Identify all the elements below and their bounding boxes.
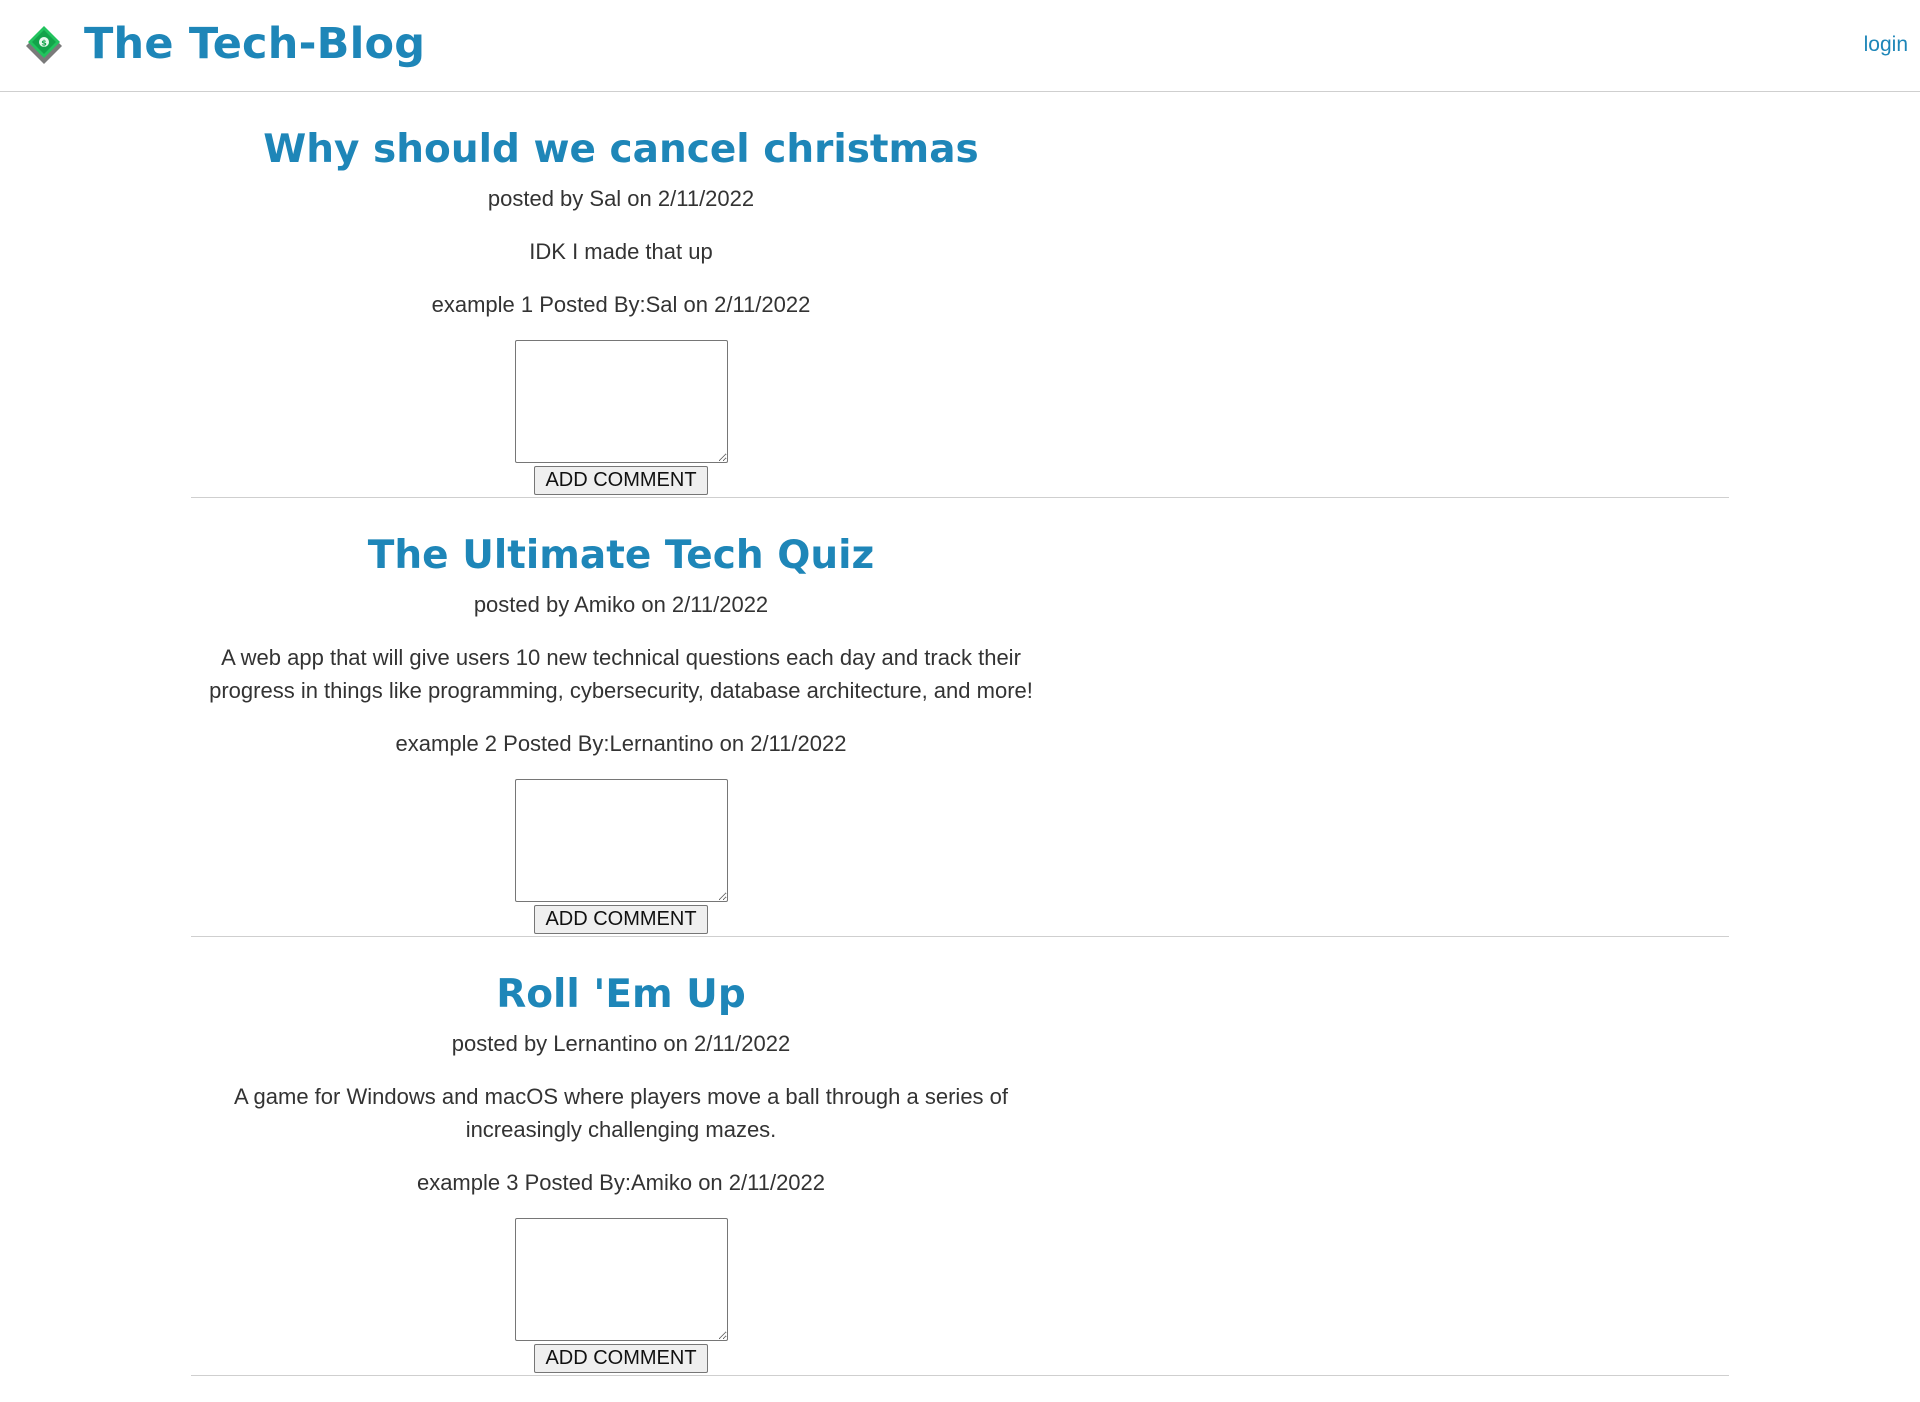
post-body: IDK I made that up (529, 239, 713, 264)
post-body: A game for Windows and macOS where playe… (233, 1084, 1009, 1142)
site-header: $ The Tech-Blog login (0, 0, 1920, 92)
comment-textarea[interactable] (514, 1218, 728, 1341)
post-meta: posted by Amiko on 2/11/2022 (473, 592, 769, 617)
money-icon: $ (26, 26, 62, 64)
add-comment-button[interactable]: ADD COMMENT (534, 905, 708, 934)
comment-text: example 2 Posted By:Lernantino on 2/11/2… (395, 731, 847, 756)
comment-text: example 1 Posted By:Sal on 2/11/2022 (431, 292, 811, 317)
post-title[interactable]: Roll 'Em Up (191, 937, 1051, 1019)
login-link[interactable]: login (1864, 33, 1908, 57)
post-meta: posted by Sal on 2/11/2022 (487, 186, 755, 211)
post-card: Roll 'Em Up posted by Lernantino on 2/11… (191, 937, 1729, 1376)
comment-textarea[interactable] (514, 340, 728, 463)
post-feed: Why should we cancel christmas posted by… (191, 92, 1729, 1376)
post-title[interactable]: Why should we cancel christmas (191, 92, 1051, 174)
post-card: Why should we cancel christmas posted by… (191, 92, 1729, 498)
site-title: The Tech-Blog (84, 19, 426, 69)
post-title[interactable]: The Ultimate Tech Quiz (191, 498, 1051, 580)
add-comment-button[interactable]: ADD COMMENT (534, 1344, 708, 1373)
comment-text: example 3 Posted By:Amiko on 2/11/2022 (416, 1170, 826, 1195)
post-meta: posted by Lernantino on 2/11/2022 (451, 1031, 791, 1056)
comment-textarea[interactable] (514, 779, 728, 902)
home-link[interactable]: $ The Tech-Blog (20, 14, 425, 74)
post-card: The Ultimate Tech Quiz posted by Amiko o… (191, 498, 1729, 937)
post-body: A web app that will give users 10 new te… (209, 645, 1033, 703)
add-comment-button[interactable]: ADD COMMENT (534, 466, 708, 495)
svg-text:$: $ (41, 39, 47, 48)
